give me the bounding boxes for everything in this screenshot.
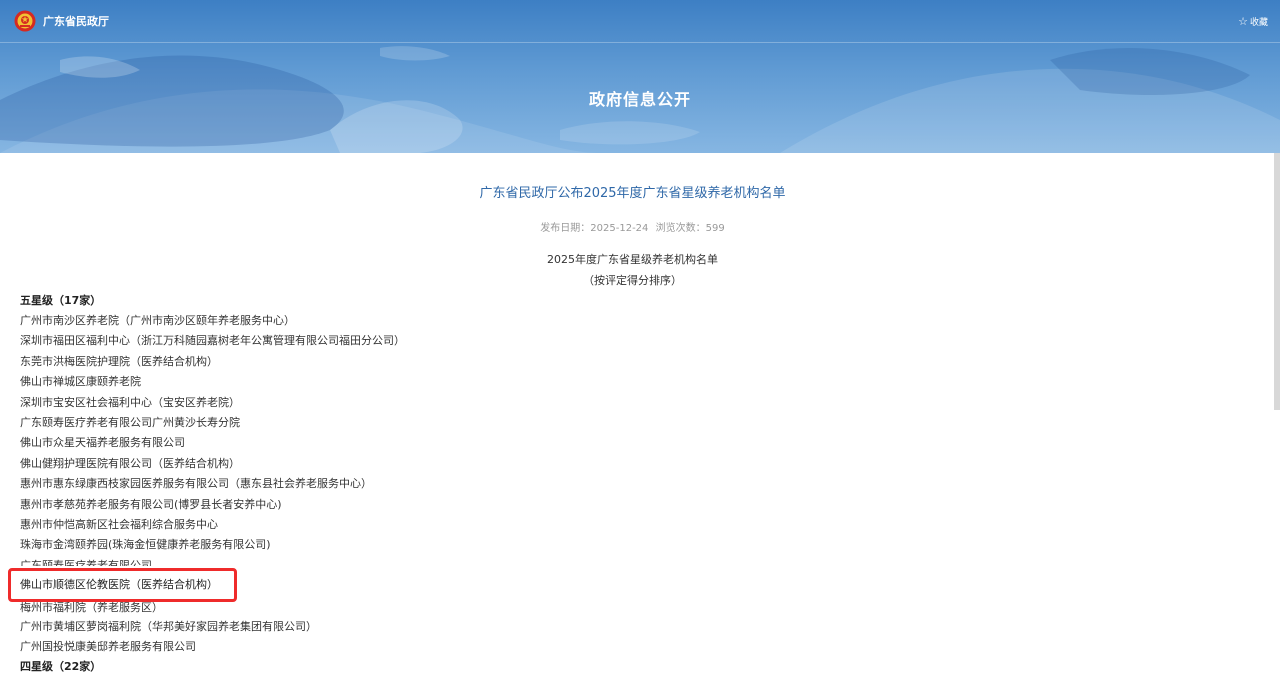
list-subtitle: 2025年度广东省星级养老机构名单 xyxy=(547,253,718,266)
list-item: 珠海市金湾颐养园(珠海金恒健康养老服务有限公司) xyxy=(20,538,271,552)
list-item: 深圳市宝安区社会福利中心（宝安区养老院） xyxy=(20,395,240,409)
five-star-list: 广州市南沙区养老院（广州市南沙区颐年养老服务中心） 深圳市福田区福利中心（浙江万… xyxy=(20,311,720,658)
site-logo[interactable]: 广东省民政厅 xyxy=(14,10,109,32)
banner-decoration xyxy=(0,46,1280,153)
list-item: 东莞市洪梅医院护理院（医养结合机构） xyxy=(20,354,218,368)
list-item: 广州市黄埔区萝岗福利院（华邦美好家园养老集团有限公司） xyxy=(20,619,317,633)
star-icon: ☆ xyxy=(1238,15,1248,28)
favorite-label: 收藏 xyxy=(1249,18,1268,28)
header-banner: 广东省民政厅 ☆ 收藏 政府信息公开 xyxy=(0,0,1280,153)
list-item: 惠州市惠东绿康西枝家园医养服务有限公司（惠东县社会养老服务中心） xyxy=(20,477,372,491)
list-item: 广东颐寿医疗养老有限公司广州黄沙长寿分院 xyxy=(20,415,240,429)
list-item: 佛山健翔护理医院有限公司（医养结合机构） xyxy=(20,456,240,470)
list-item: 惠州市仲恺高新区社会福利综合服务中心 xyxy=(20,517,218,531)
topbar-divider xyxy=(0,42,1280,43)
highlighted-list-item: 佛山市顺德区伦教医院（医养结合机构） xyxy=(20,578,218,591)
view-count: 浏览次数：599 xyxy=(655,223,725,234)
list-item: 深圳市福田区福利中心（浙江万科随园嘉树老年公寓管理有限公司福田分公司） xyxy=(20,334,405,348)
site-name: 广东省民政厅 xyxy=(43,15,109,28)
list-note: （按评定得分排序） xyxy=(583,274,682,287)
banner-title: 政府信息公开 xyxy=(588,90,691,109)
national-emblem-icon xyxy=(14,10,36,32)
article-meta: 发布日期：2025-12-24 浏览次数：599 xyxy=(0,219,1265,234)
list-item: 广州市南沙区养老院（广州市南沙区颐年养老服务中心） xyxy=(20,314,295,327)
list-item-text-partial: 广东颐寿医疗养老有限公司 xyxy=(20,558,152,566)
list-item: 惠州市孝慈苑养老服务有限公司(博罗县长者安养中心) xyxy=(20,497,282,511)
favorite-button[interactable]: ☆ 收藏 xyxy=(1238,15,1268,28)
list-item: 佛山市众星天福养老服务有限公司 xyxy=(20,436,185,450)
list-item: 佛山市禅城区康颐养老院 xyxy=(20,375,141,389)
article-title: 广东省民政厅公布2025年度广东省星级养老机构名单 xyxy=(479,186,786,201)
scrollbar[interactable] xyxy=(1274,153,1280,410)
section-heading-four-star: 四星级（22家） xyxy=(20,660,102,673)
list-item: 广州国投悦康美邸养老服务有限公司 xyxy=(20,640,196,654)
section-heading-five-star: 五星级（17家） xyxy=(20,294,102,307)
publish-date: 发布日期：2025-12-24 xyxy=(540,223,649,234)
